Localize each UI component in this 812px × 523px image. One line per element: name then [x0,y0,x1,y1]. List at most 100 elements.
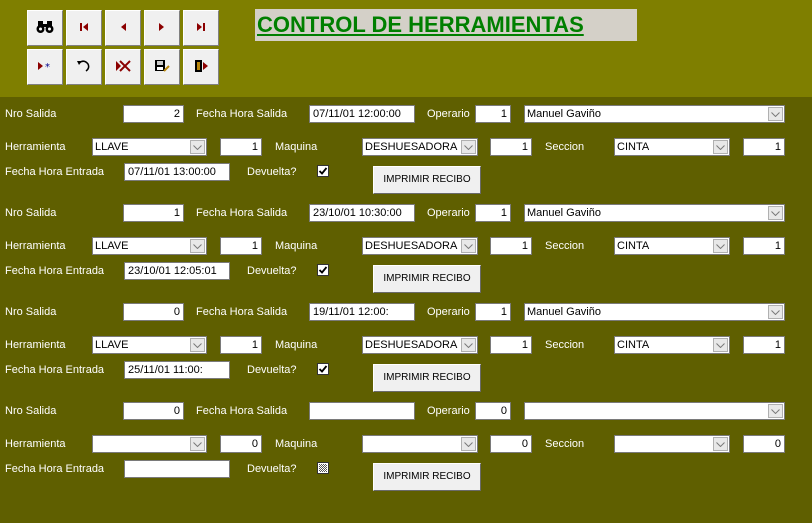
herramienta-id-field[interactable]: 0 [220,435,262,453]
operario-id-field[interactable]: 1 [475,204,511,222]
chevron-down-icon[interactable] [461,239,476,253]
maquina-id-field[interactable]: 1 [490,237,532,255]
maquina-combo[interactable]: DESHUESADORA [362,336,478,354]
nro-salida-field[interactable]: 1 [123,204,184,222]
seccion-label: Seccion [545,339,585,351]
previous-record-button[interactable] [105,10,141,46]
chevron-down-icon[interactable] [190,239,205,253]
maquina-id-field[interactable]: 0 [490,435,532,453]
herramienta-id-field[interactable]: 1 [220,237,262,255]
operario-id-field[interactable]: 1 [475,105,511,123]
fecha-hora-entrada-field[interactable] [124,460,230,478]
operario-id-field[interactable]: 1 [475,303,511,321]
maquina-id-field[interactable]: 1 [490,138,532,156]
seccion-label: Seccion [545,438,585,450]
imprimir-recibo-button[interactable]: IMPRIMIR RECIBO [373,463,481,491]
imprimir-recibo-button[interactable]: IMPRIMIR RECIBO [373,265,481,293]
imprimir-recibo-button[interactable]: IMPRIMIR RECIBO [373,166,481,194]
chevron-down-icon[interactable] [768,305,783,319]
devuelta-checkbox[interactable] [317,462,329,474]
fecha-hora-salida-label: Fecha Hora Salida [196,306,288,318]
fecha-hora-salida-field[interactable]: 23/10/01 10:30:00 [309,204,415,222]
save-record-button[interactable] [144,49,180,85]
chevron-down-icon[interactable] [190,140,205,154]
find-button[interactable] [27,10,63,46]
chevron-down-icon[interactable] [190,437,205,451]
delete-record-icon [115,59,131,75]
devuelta-checkbox[interactable] [317,363,329,375]
seccion-id-field[interactable]: 0 [743,435,785,453]
maquina-combo[interactable]: DESHUESADORA [362,138,478,156]
seccion-combo-value: CINTA [617,141,650,153]
herramienta-label: Herramienta [5,339,66,351]
fecha-hora-entrada-field[interactable]: 25/11/01 11:00: [124,361,230,379]
nro-salida-field[interactable]: 0 [123,303,184,321]
fecha-hora-salida-field[interactable] [309,402,415,420]
fecha-hora-entrada-field[interactable]: 07/11/01 13:00:00 [124,163,230,181]
chevron-down-icon[interactable] [713,239,728,253]
herramienta-combo[interactable]: LLAVE [92,336,207,354]
imprimir-recibo-button[interactable]: IMPRIMIR RECIBO [373,364,481,392]
herramienta-id-field[interactable]: 1 [220,336,262,354]
next-record-button[interactable] [144,10,180,46]
new-record-button[interactable]: * [27,49,63,85]
binoculars-icon [36,20,54,37]
maquina-id-field[interactable]: 1 [490,336,532,354]
nro-salida-label: Nro Salida [5,405,57,417]
nro-salida-field[interactable]: 0 [123,402,184,420]
seccion-combo[interactable] [614,435,730,453]
chevron-down-icon[interactable] [461,437,476,451]
seccion-id-field[interactable]: 1 [743,237,785,255]
chevron-down-icon[interactable] [713,338,728,352]
seccion-combo[interactable]: CINTA [614,138,730,156]
record-row: Nro Salida 2 Fecha Hora Salida 07/11/01 12:… [0,97,812,196]
maquina-combo[interactable] [362,435,478,453]
herramienta-combo[interactable]: LLAVE [92,237,207,255]
maquina-combo[interactable]: DESHUESADORA [362,237,478,255]
exit-button[interactable] [183,49,219,85]
fecha-hora-entrada-label: Fecha Hora Entrada [5,364,105,376]
fecha-hora-entrada-field[interactable]: 23/10/01 12:05:01 [124,262,230,280]
seccion-id-field[interactable]: 1 [743,336,785,354]
chevron-down-icon[interactable] [461,140,476,154]
operario-id-field[interactable]: 0 [475,402,511,420]
operario-combo[interactable] [524,402,785,420]
seccion-id-field[interactable]: 1 [743,138,785,156]
devuelta-checkbox[interactable] [317,165,329,177]
checkmark-icon [318,266,328,274]
chevron-down-icon[interactable] [713,437,728,451]
indeterminate-icon [319,464,327,472]
chevron-down-icon[interactable] [461,338,476,352]
chevron-down-icon[interactable] [713,140,728,154]
devuelta-label: Devuelta? [247,364,297,376]
fecha-hora-salida-field[interactable]: 19/11/01 12:00: [309,303,415,321]
svg-text:*: * [45,62,50,71]
operario-combo[interactable]: Manuel Gaviño [524,204,785,222]
seccion-combo[interactable]: CINTA [614,237,730,255]
seccion-combo[interactable]: CINTA [614,336,730,354]
nro-salida-field[interactable]: 2 [123,105,184,123]
maquina-combo-value: DESHUESADORA [365,339,458,351]
devuelta-checkbox[interactable] [317,264,329,276]
chevron-down-icon[interactable] [190,338,205,352]
chevron-down-icon[interactable] [768,107,783,121]
fecha-hora-salida-label: Fecha Hora Salida [196,108,288,120]
chevron-down-icon[interactable] [768,404,783,418]
operario-combo[interactable]: Manuel Gaviño [524,303,785,321]
exit-icon [193,59,209,76]
fecha-hora-salida-field[interactable]: 07/11/01 12:00:00 [309,105,415,123]
nro-salida-label: Nro Salida [5,306,57,318]
delete-record-button[interactable] [105,49,141,85]
form-header: * CONTROL DE HERRAMIENTAS [0,0,812,97]
undo-button[interactable] [66,49,102,85]
first-record-button[interactable] [66,10,102,46]
herramienta-combo[interactable]: LLAVE [92,138,207,156]
herramienta-combo-value: LLAVE [95,240,129,252]
herramienta-combo-value: LLAVE [95,141,129,153]
herramienta-combo[interactable] [92,435,207,453]
herramienta-id-field[interactable]: 1 [220,138,262,156]
operario-combo-value: Manuel Gaviño [527,207,601,219]
operario-combo[interactable]: Manuel Gaviño [524,105,785,123]
chevron-down-icon[interactable] [768,206,783,220]
last-record-button[interactable] [183,10,219,46]
